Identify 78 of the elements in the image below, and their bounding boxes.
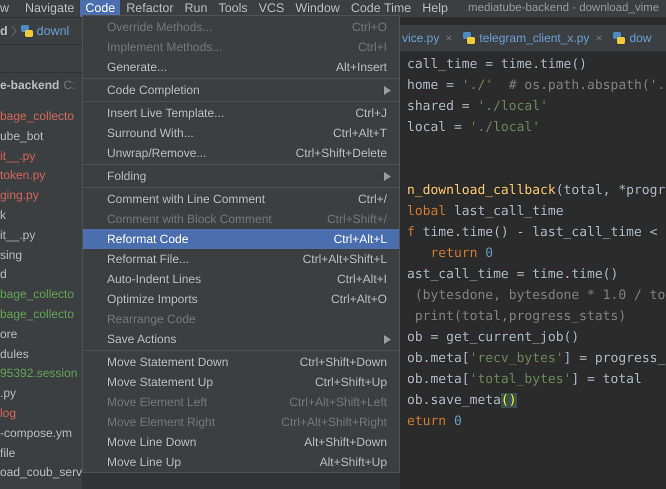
python-file-icon xyxy=(612,31,626,45)
menu-item[interactable]: Folding xyxy=(83,166,399,186)
window-title: mediatube-backend - download_vime xyxy=(468,1,660,16)
breadcrumb-item[interactable]: downl xyxy=(36,24,70,38)
code-line: shared = './local' xyxy=(406,98,549,116)
code-line: home = './' # os.path.abspath('. xyxy=(406,77,666,95)
file-tree-item[interactable]: ore xyxy=(0,324,82,345)
file-tree-item[interactable]: ging.py xyxy=(0,186,82,206)
menu-item[interactable]: Generate... Alt+Insert xyxy=(83,57,399,77)
menu-item[interactable]: Surround With... Ctrl+Alt+T xyxy=(83,123,399,143)
file-tree-item[interactable]: sing xyxy=(0,246,82,266)
python-file-icon xyxy=(20,24,34,38)
code-line: ast_call_time = time.time() xyxy=(406,266,620,284)
breadcrumb-item[interactable]: d xyxy=(0,24,8,38)
menu-item[interactable]: Optimize Imports Ctrl+Alt+O xyxy=(83,289,399,309)
file-tree-item[interactable]: token.py xyxy=(0,166,82,186)
project-path: C: xyxy=(63,78,76,92)
menu-item[interactable]: Comment with Line Comment Ctrl+/ xyxy=(83,189,399,209)
code-line: local = './local' xyxy=(406,119,542,137)
file-tree-item[interactable]: bage_collecto xyxy=(0,107,82,127)
code-line: call_time = time.time() xyxy=(406,56,588,74)
code-line: ob.meta['total_bytes'] = total xyxy=(406,371,643,389)
menu-item[interactable]: Reformat File... Ctrl+Alt+Shift+L xyxy=(83,249,399,269)
menu-item[interactable]: Move Statement Down Ctrl+Shift+Down xyxy=(83,352,399,372)
code-line: ob.meta['recv_bytes'] = progress_ xyxy=(406,350,666,368)
submenu-arrow-icon xyxy=(384,172,391,180)
file-tree-item[interactable]: it__.py xyxy=(0,146,82,166)
menu-item[interactable]: Move Line Up Alt+Shift+Up xyxy=(83,452,399,472)
code-line: eturn 0 xyxy=(406,413,463,431)
file-tree-item[interactable]: d xyxy=(0,265,82,286)
menu-bar-item[interactable]: Run xyxy=(180,0,212,17)
file-tree-item[interactable]: .py xyxy=(0,384,82,404)
editor-tab[interactable]: vice.py × xyxy=(400,25,458,51)
menu-item[interactable]: Unwrap/Remove... Ctrl+Shift+Delete xyxy=(83,143,399,163)
file-tree-item[interactable]: bage_collecto xyxy=(0,304,82,325)
project-name[interactable]: e-backend xyxy=(0,78,60,92)
chevron-icon xyxy=(10,25,17,37)
editor-tab[interactable]: dow xyxy=(607,25,656,51)
menu-bar-item[interactable]: Code Time xyxy=(346,0,416,17)
code-line: f time.time() - last_call_time < xyxy=(406,224,658,242)
code-line: ob.save_meta() xyxy=(406,392,518,410)
submenu-arrow-icon xyxy=(384,86,391,94)
file-tree-item[interactable]: oad_coub_serv xyxy=(0,463,82,484)
menu-item[interactable]: Move Line Down Alt+Shift+Down xyxy=(83,432,399,452)
editor-tab[interactable]: telegram_client_x.py × xyxy=(457,25,608,51)
submenu-arrow-icon xyxy=(384,334,391,344)
menu-bar-item[interactable]: w xyxy=(0,0,14,17)
code-line: (bytesdone, bytesdone * 1.0 / to xyxy=(414,287,666,305)
file-tree-item[interactable]: 95392.session xyxy=(0,364,82,384)
menu-bar-item[interactable]: Tools xyxy=(213,0,253,17)
file-tree-item[interactable]: ube_bot xyxy=(0,126,82,147)
menu-bar-item[interactable]: VCS xyxy=(254,0,290,17)
tab-label: vice.py xyxy=(402,31,440,45)
file-tree-item[interactable]: k xyxy=(0,206,82,226)
code-line: print(total,progress_stats) xyxy=(414,308,628,326)
menu-item[interactable]: Code Completion xyxy=(83,80,399,100)
file-tree-item[interactable]: log xyxy=(0,404,82,424)
menu-item[interactable]: Auto-Indent Lines Ctrl+Alt+I xyxy=(83,269,399,289)
code-line: ob = get_current_job() xyxy=(406,329,580,347)
code-line: lobal last_call_time xyxy=(406,203,565,221)
menu-bar-item[interactable]: Help xyxy=(417,0,453,17)
file-tree-item[interactable]: file xyxy=(0,444,82,464)
code-line: return 0 xyxy=(429,245,494,263)
python-file-icon xyxy=(462,31,476,45)
file-tree-item[interactable]: -compose.ym xyxy=(0,424,82,444)
menu-item[interactable]: Move Statement Up Ctrl+Shift+Up xyxy=(83,372,399,392)
menu-bar-item[interactable]: Window xyxy=(290,0,345,17)
menu-bar-item[interactable]: Navigate xyxy=(20,0,80,17)
file-tree-item[interactable]: dules xyxy=(0,344,82,364)
menu-item[interactable]: Reformat Code Ctrl+Alt+L xyxy=(83,229,399,249)
code-line: n_download_callback(total, *progr xyxy=(406,182,666,200)
tab-label: dow xyxy=(629,31,652,45)
menu-item[interactable]: Insert Live Template... Ctrl+J xyxy=(83,103,399,123)
tab-label: telegram_client_x.py xyxy=(479,31,590,45)
menu-bar-item[interactable]: Refactor xyxy=(121,0,179,17)
menu-item[interactable]: Save Actions xyxy=(83,329,399,349)
file-tree-item[interactable]: it__.py xyxy=(0,226,82,246)
file-tree-item[interactable]: bage_collecto xyxy=(0,285,82,305)
